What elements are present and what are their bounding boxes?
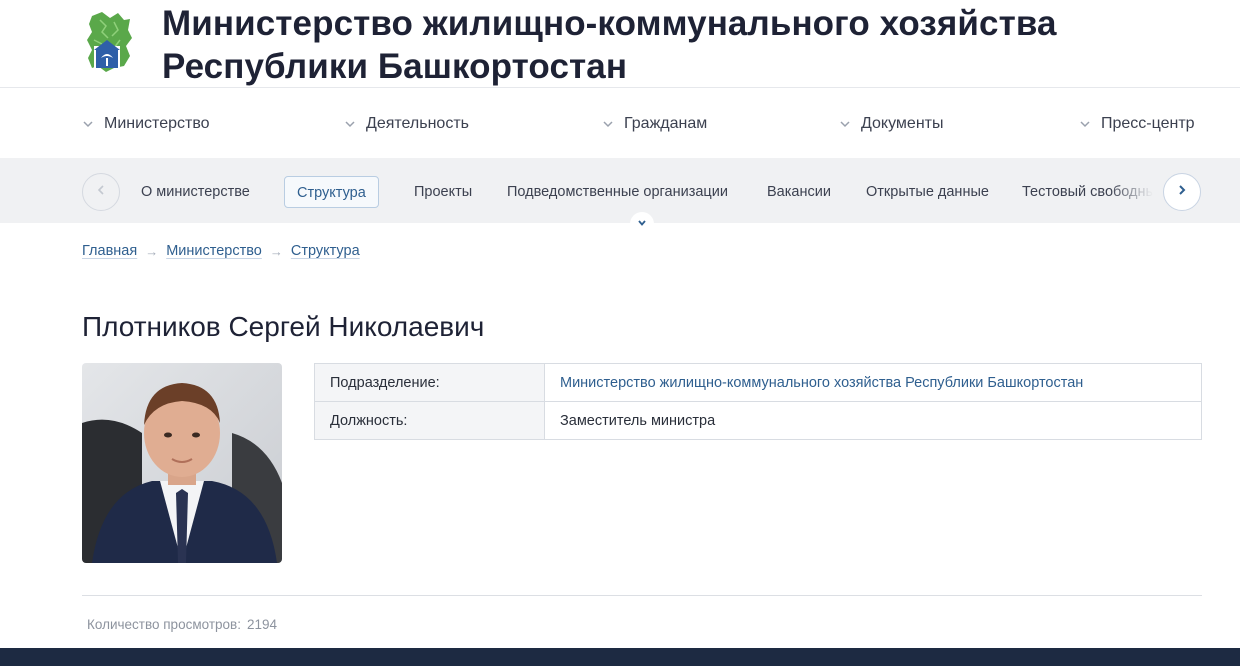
- chevron-down-icon: [637, 215, 647, 233]
- nav-item-citizens[interactable]: Гражданам: [602, 89, 707, 158]
- chevron-down-icon: [344, 118, 356, 130]
- subnav-item-open-data[interactable]: Открытые данные: [866, 176, 989, 208]
- nav-item-label: Документы: [861, 114, 944, 132]
- nav-item-activity[interactable]: Деятельность: [344, 89, 469, 158]
- chevron-down-icon: [1079, 118, 1091, 130]
- subnav-item-projects[interactable]: Проекты: [414, 176, 472, 208]
- table-row: Подразделение: Министерство жилищно-комм…: [314, 363, 1202, 402]
- site-footer: [0, 648, 1240, 666]
- nav-item-documents[interactable]: Документы: [839, 89, 943, 158]
- arrow-right-icon: →: [145, 243, 159, 259]
- subnav-expand-button[interactable]: [630, 212, 654, 236]
- subnav-item-vacancies[interactable]: Вакансии: [767, 176, 831, 208]
- chevron-right-icon: [1176, 183, 1188, 201]
- subnav-item-subordinate-orgs[interactable]: Подведомственные организации: [507, 176, 728, 208]
- breadcrumb-structure[interactable]: Структура: [291, 243, 360, 259]
- bashkortostan-map-emblem-icon[interactable]: [84, 10, 136, 74]
- site-header: Министерство жилищно-коммунального хозяй…: [0, 0, 1240, 88]
- subnav-fade: [1110, 158, 1164, 223]
- nav-item-label: Деятельность: [366, 114, 469, 132]
- nav-item-press[interactable]: Пресс-центр: [1079, 89, 1195, 158]
- nav-item-label: Гражданам: [624, 114, 708, 132]
- content-divider: [82, 595, 1202, 596]
- view-counter: Количество просмотров: 2194: [87, 617, 277, 632]
- chevron-left-icon: [95, 183, 107, 201]
- view-counter-label: Количество просмотров:: [87, 617, 241, 632]
- site-title-line1: Министерство жилищно-коммунального хозяй…: [162, 4, 1057, 43]
- nav-item-ministry[interactable]: Министерство: [82, 89, 210, 158]
- main-nav: Министерство Деятельность Гражданам Доку…: [0, 89, 1240, 158]
- nav-item-label: Министерство: [104, 114, 210, 132]
- position-label: Должность:: [314, 401, 545, 440]
- site-title-line2: Республики Башкортостан: [162, 47, 628, 86]
- breadcrumb-ministry[interactable]: Министерство: [166, 243, 262, 259]
- chevron-down-icon: [82, 118, 94, 130]
- view-counter-value: 2194: [246, 617, 277, 632]
- division-link[interactable]: Министерство жилищно-коммунального хозяй…: [544, 363, 1202, 402]
- nav-item-label: Пресс-центр: [1101, 114, 1195, 132]
- subnav-prev-button[interactable]: [82, 173, 120, 211]
- subnav-item-structure[interactable]: Структура: [284, 176, 379, 208]
- arrow-right-icon: →: [269, 243, 283, 259]
- page-title: Плотников Сергей Николаевич: [82, 311, 485, 342]
- division-label: Подразделение:: [314, 363, 545, 402]
- subnav-next-button[interactable]: [1163, 173, 1201, 211]
- person-photo: [82, 363, 282, 563]
- chevron-down-icon: [602, 118, 614, 130]
- subnav-item-about[interactable]: О министерстве: [141, 176, 250, 208]
- breadcrumb: Главная → Министерство → Структура: [82, 243, 360, 259]
- table-row: Должность: Заместитель министра: [314, 401, 1202, 440]
- section-subnav: О министерстве Структура Проекты Подведо…: [0, 158, 1240, 223]
- position-value: Заместитель министра: [544, 401, 1202, 440]
- site-title[interactable]: Министерство жилищно-коммунального хозяй…: [162, 2, 1162, 88]
- person-info-table: Подразделение: Министерство жилищно-комм…: [314, 363, 1202, 440]
- breadcrumb-home[interactable]: Главная: [82, 243, 137, 259]
- chevron-down-icon: [839, 118, 851, 130]
